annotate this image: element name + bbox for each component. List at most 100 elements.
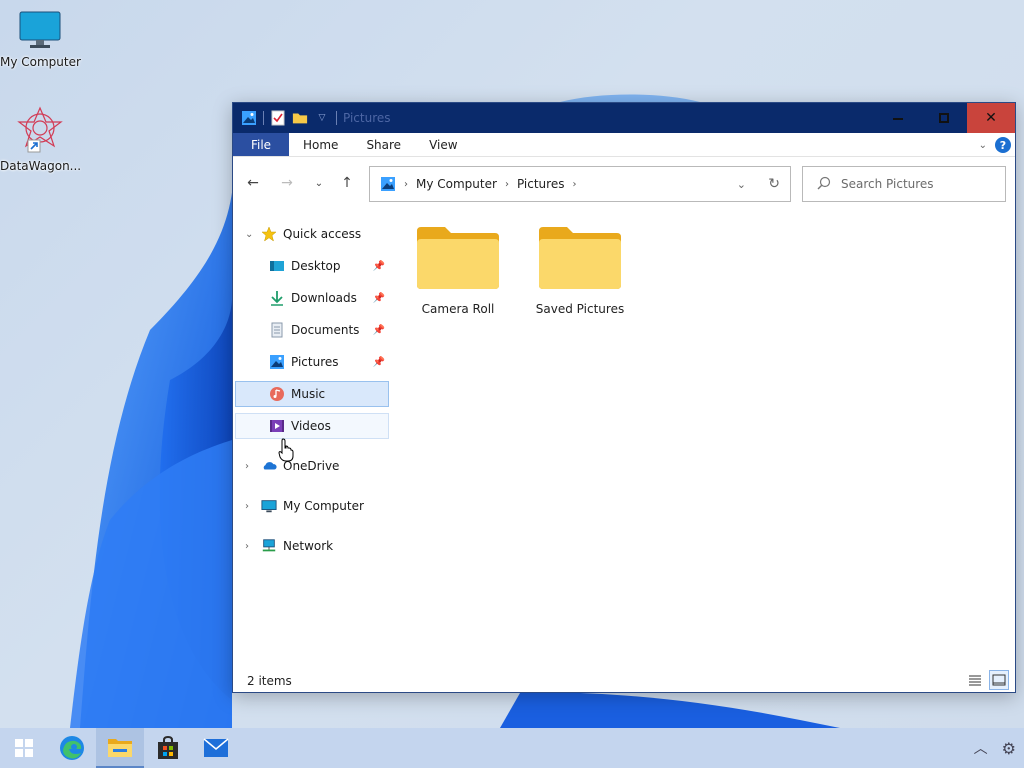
breadcrumb-pictures[interactable]: Pictures — [517, 177, 565, 191]
taskbar-edge-button[interactable] — [48, 728, 96, 768]
download-arrow-icon — [269, 290, 285, 306]
nav-label: My Computer — [283, 499, 364, 513]
folder-item[interactable]: Camera Roll — [403, 221, 513, 316]
new-folder-icon[interactable] — [292, 110, 308, 126]
nav-my-computer[interactable]: › My Computer — [235, 493, 389, 519]
pin-icon[interactable]: 📌 — [373, 325, 385, 336]
minimize-button[interactable] — [875, 103, 921, 133]
nav-pictures[interactable]: Pictures 📌 — [235, 349, 389, 375]
file-explorer-window: ▽ Pictures ✕ File Home Share View ⌄ ? ← — [232, 102, 1016, 693]
expand-ribbon-icon[interactable]: ⌄ — [979, 140, 987, 151]
recent-locations-button[interactable]: ⌄ — [311, 175, 327, 191]
desktop-icon-label: DataWagon... — [0, 159, 82, 173]
monitor-icon — [19, 11, 61, 48]
arrow-up-icon: ↑ — [341, 175, 353, 191]
nav-onedrive[interactable]: › OneDrive — [235, 453, 389, 479]
folder-icon — [539, 227, 621, 289]
window-title: Pictures — [343, 111, 391, 125]
nav-label: Desktop — [291, 259, 341, 273]
nav-label: Network — [283, 539, 334, 553]
store-bag-icon — [158, 736, 178, 759]
search-box[interactable]: Search Pictures — [802, 166, 1006, 202]
nav-music[interactable]: Music — [235, 381, 389, 407]
chevron-right-icon[interactable]: › — [505, 179, 509, 190]
chevron-down-icon[interactable]: ⌄ — [245, 229, 253, 240]
folder-item[interactable]: Saved Pictures — [525, 221, 635, 316]
mouse-pointer-hand-icon — [278, 438, 296, 465]
address-dropdown-icon[interactable]: ⌄ — [737, 178, 746, 191]
pictures-app-icon — [241, 110, 257, 126]
chevron-right-icon[interactable]: › — [404, 179, 408, 190]
nav-label: Videos — [291, 419, 331, 433]
close-icon: ✕ — [985, 110, 997, 126]
desktop-icon — [269, 258, 285, 274]
pin-icon[interactable]: 📌 — [373, 357, 385, 368]
nav-label: Documents — [291, 323, 360, 337]
nav-label: Quick access — [283, 227, 362, 241]
chevron-right-icon[interactable]: › — [572, 179, 576, 190]
tab-file[interactable]: File — [233, 133, 289, 156]
chevron-right-icon[interactable]: › — [245, 501, 249, 512]
pin-icon[interactable]: 📌 — [373, 293, 385, 304]
music-icon — [269, 386, 285, 402]
desktop-icon-datawagon[interactable]: DataWagon... — [0, 106, 82, 173]
video-icon — [269, 418, 285, 434]
ribbon-tabs: File Home Share View ⌄ ? — [233, 133, 1015, 157]
nav-desktop[interactable]: Desktop 📌 — [235, 253, 389, 279]
help-icon[interactable]: ? — [995, 137, 1011, 153]
list-view-icon — [969, 675, 981, 686]
large-icons-view-button[interactable] — [989, 670, 1009, 690]
network-icon — [261, 538, 277, 554]
address-bar[interactable]: › My Computer › Pictures › ⌄ ↻ — [369, 166, 791, 202]
search-input[interactable]: Search Pictures — [841, 177, 934, 191]
folder-label: Camera Roll — [421, 302, 495, 316]
desktop-icon-my-computer[interactable]: My Computer — [0, 10, 81, 69]
nav-videos[interactable]: Videos — [235, 413, 389, 439]
forward-button[interactable]: → — [279, 175, 295, 191]
nav-label: Music — [291, 387, 326, 401]
chevron-right-icon[interactable]: › — [245, 461, 249, 472]
chevron-down-icon[interactable]: ▽ — [314, 110, 330, 126]
details-view-button[interactable] — [965, 670, 985, 690]
pin-icon[interactable]: 📌 — [373, 261, 385, 272]
back-button[interactable]: ← — [245, 175, 261, 191]
nav-quick-access[interactable]: ⌄ Quick access — [235, 221, 389, 247]
document-icon — [269, 322, 285, 338]
pictures-icon — [380, 176, 396, 192]
nav-downloads[interactable]: Downloads 📌 — [235, 285, 389, 311]
show-hidden-icons-chevron-up-icon[interactable]: ︿ — [974, 738, 988, 758]
star-icon — [261, 226, 277, 242]
nav-label: Pictures — [291, 355, 339, 369]
nav-network[interactable]: › Network — [235, 533, 389, 559]
search-icon — [817, 176, 831, 193]
status-item-count: 2 items — [247, 674, 292, 688]
datawagon-logo-icon — [17, 106, 63, 153]
up-button[interactable]: ↑ — [339, 175, 355, 191]
maximize-icon — [939, 113, 949, 123]
nav-documents[interactable]: Documents 📌 — [235, 317, 389, 343]
arrow-right-icon: → — [281, 175, 293, 191]
taskbar-file-explorer-button[interactable] — [96, 728, 144, 768]
taskbar-store-button[interactable] — [144, 728, 192, 768]
chevron-down-icon: ⌄ — [314, 177, 324, 189]
pictures-icon — [269, 354, 285, 370]
arrow-left-icon: ← — [247, 175, 259, 191]
settings-gear-icon[interactable]: ⚙ — [1002, 739, 1016, 758]
tab-share[interactable]: Share — [352, 133, 415, 156]
chevron-right-icon[interactable]: › — [245, 541, 249, 552]
folder-label: Saved Pictures — [535, 302, 625, 316]
desktop-icon-label: My Computer — [0, 55, 81, 69]
start-button[interactable] — [0, 728, 48, 768]
maximize-button[interactable] — [921, 103, 967, 133]
close-button[interactable]: ✕ — [967, 103, 1015, 133]
mail-icon — [203, 738, 229, 757]
taskbar-mail-button[interactable] — [192, 728, 240, 768]
monitor-icon — [261, 498, 277, 514]
tab-home[interactable]: Home — [289, 133, 352, 156]
properties-icon[interactable] — [270, 110, 286, 126]
title-bar[interactable]: ▽ Pictures ✕ — [233, 103, 1015, 133]
nav-label: Downloads — [291, 291, 357, 305]
tab-view[interactable]: View — [415, 133, 471, 156]
refresh-icon[interactable]: ↻ — [768, 176, 780, 192]
breadcrumb-my-computer[interactable]: My Computer — [416, 177, 497, 191]
